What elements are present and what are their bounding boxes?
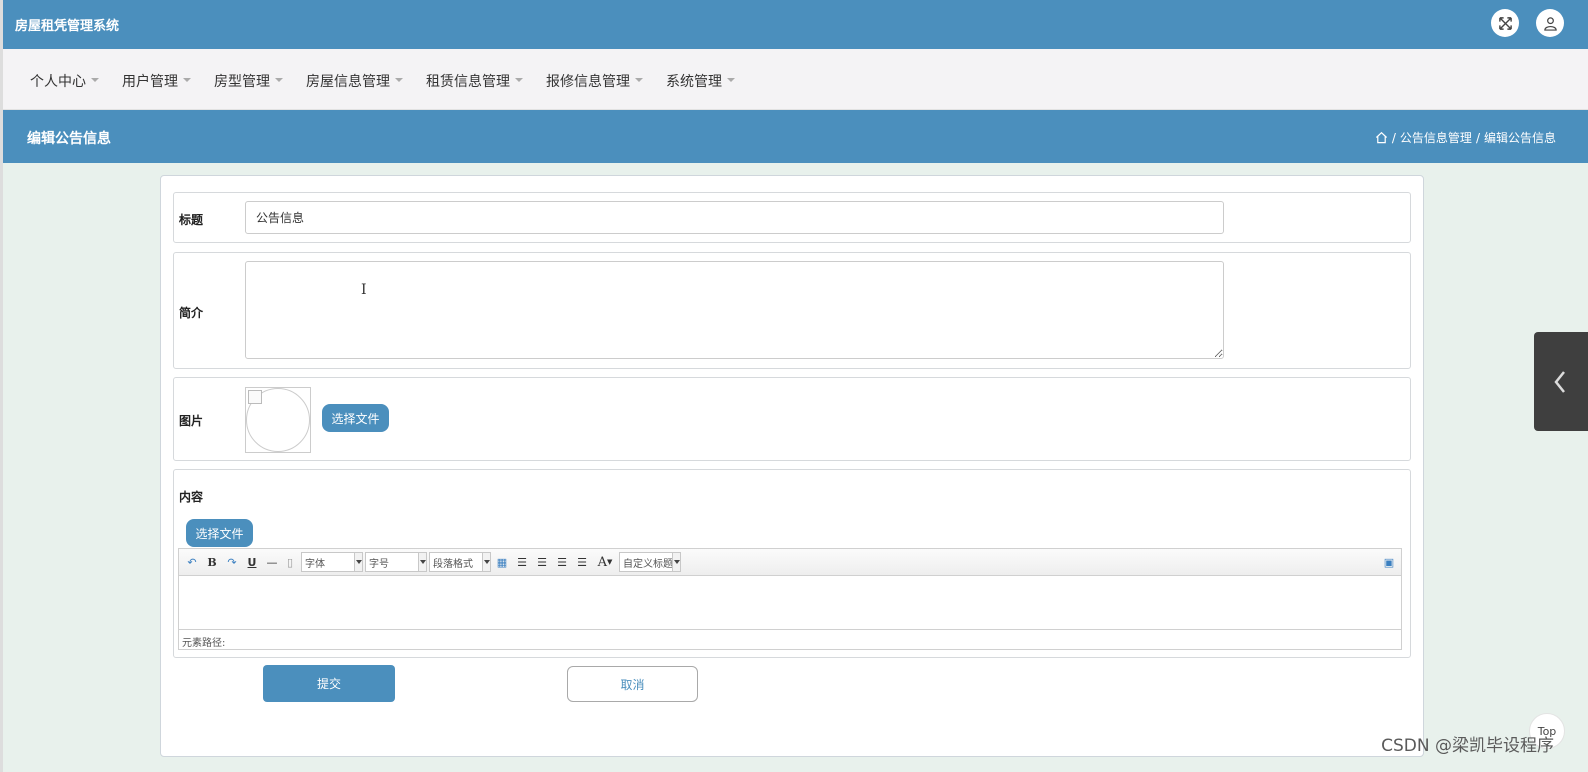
breadcrumb-separator: /: [1391, 130, 1396, 145]
align-right-icon[interactable]: ☰: [535, 553, 549, 571]
font-color-label: A: [597, 554, 607, 570]
nav-item-user-management[interactable]: 用户管理: [122, 71, 191, 91]
image-label: 图片: [179, 414, 204, 428]
align-justify-icon[interactable]: ☰: [575, 553, 589, 571]
align-left-icon[interactable]: ☰: [515, 553, 529, 571]
submit-button[interactable]: 提交: [263, 665, 395, 702]
dropdown-arrow-icon: [354, 553, 362, 571]
custom-title-value: 自定义标题: [623, 558, 673, 570]
text-cursor-icon: I: [361, 282, 367, 298]
user-icon: [1543, 16, 1557, 31]
nav-item-house-info-management[interactable]: 房屋信息管理: [306, 71, 403, 91]
chevron-left-icon: [1554, 371, 1565, 393]
nav-item-personal-center[interactable]: 个人中心: [30, 71, 99, 91]
side-panel-toggle[interactable]: [1534, 332, 1588, 431]
custom-title-select[interactable]: 自定义标题: [619, 552, 681, 572]
nav-label: 房屋信息管理: [306, 74, 390, 90]
nav-label: 报修信息管理: [546, 74, 630, 90]
font-size-select[interactable]: 字号: [365, 552, 427, 572]
caret-down-icon: [183, 78, 191, 82]
nav-label: 房型管理: [214, 74, 270, 90]
fullscreen-icon: [1498, 16, 1512, 30]
paragraph-value: 段落格式: [433, 558, 473, 570]
cancel-button[interactable]: 取消: [567, 666, 698, 702]
nav-label: 用户管理: [122, 74, 178, 90]
font-color-button[interactable]: A ▼: [594, 553, 616, 571]
intro-row: 简介 I: [173, 252, 1411, 369]
new-page-icon[interactable]: ▯: [283, 553, 297, 571]
top-header: 房屋租凭管理系统: [3, 0, 1588, 49]
title-row: 标题: [173, 192, 1411, 243]
redo-icon[interactable]: ↷: [224, 553, 240, 571]
undo-icon[interactable]: ↶: [184, 553, 200, 571]
image-choose-file-button[interactable]: 选择文件: [322, 404, 389, 432]
content-label: 内容: [179, 490, 204, 504]
editor-content-area[interactable]: [179, 576, 1401, 629]
dropdown-arrow-icon: [482, 553, 490, 571]
intro-label: 简介: [179, 306, 204, 320]
caret-down-icon: [727, 78, 735, 82]
image-preview: [245, 387, 311, 453]
watermark: CSDN @梁凯毕设程序: [1381, 736, 1554, 756]
caret-down-icon: [275, 78, 283, 82]
align-center-icon[interactable]: ☰: [555, 553, 569, 571]
horizontal-rule-icon[interactable]: —: [264, 553, 280, 571]
nav-item-rental-info-management[interactable]: 租赁信息管理: [426, 71, 523, 91]
caret-down-icon: [395, 78, 403, 82]
broken-image-icon: [248, 390, 262, 404]
page-title: 编辑公告信息: [27, 131, 111, 147]
content-choose-file-button[interactable]: 选择文件: [186, 519, 253, 547]
paragraph-select[interactable]: 段落格式: [429, 552, 491, 572]
nav-item-repair-info-management[interactable]: 报修信息管理: [546, 71, 643, 91]
app-title: 房屋租凭管理系统: [15, 19, 120, 34]
table-icon[interactable]: ▦: [495, 553, 509, 571]
nav-label: 个人中心: [30, 74, 86, 90]
user-button[interactable]: [1536, 9, 1564, 37]
dropdown-arrow-icon: [672, 553, 680, 571]
element-path-bar: 元素路径:: [179, 629, 1401, 649]
underline-button[interactable]: U: [244, 553, 260, 571]
breadcrumb-section[interactable]: 公告信息管理: [1400, 129, 1472, 146]
caret-down-icon: [515, 78, 523, 82]
nav-label: 系统管理: [666, 74, 722, 90]
edit-form: 标题 简介 I 图片 选择文件 内容 选择文件 ↶ B ↷ U — ▯ 字体: [160, 175, 1424, 757]
font-family-value: 字体: [305, 558, 325, 570]
page-header: 编辑公告信息 / 公告信息管理 / 编辑公告信息: [3, 110, 1588, 163]
caret-down-icon: [635, 78, 643, 82]
image-row: 图片 选择文件: [173, 377, 1411, 461]
breadcrumb-separator: /: [1475, 130, 1480, 145]
title-input[interactable]: [245, 201, 1224, 234]
bold-button[interactable]: B: [204, 553, 220, 571]
breadcrumb-current: 编辑公告信息: [1483, 131, 1556, 145]
font-size-value: 字号: [369, 558, 389, 570]
fullscreen-editor-icon[interactable]: ▣: [1382, 553, 1396, 571]
rich-text-editor: ↶ B ↷ U — ▯ 字体 字号 段落格式 ▦ ☰ ☰ ☰ ☰ A ▼ 自定义标…: [178, 548, 1402, 650]
breadcrumb: / 公告信息管理 / 编辑公告信息: [1375, 129, 1556, 146]
editor-toolbar: ↶ B ↷ U — ▯ 字体 字号 段落格式 ▦ ☰ ☰ ☰ ☰ A ▼ 自定义标…: [179, 549, 1401, 576]
intro-textarea[interactable]: [245, 261, 1224, 359]
content-row: 内容 选择文件 ↶ B ↷ U — ▯ 字体 字号 段落格式 ▦ ☰ ☰ ☰ ☰…: [173, 469, 1411, 658]
nav-item-room-type-management[interactable]: 房型管理: [214, 71, 283, 91]
main-nav: 个人中心 用户管理 房型管理 房屋信息管理 租赁信息管理 报修信息管理 系统管理: [3, 49, 1588, 110]
dropdown-arrow-icon: [418, 553, 426, 571]
nav-item-system-management[interactable]: 系统管理: [666, 71, 735, 91]
font-family-select[interactable]: 字体: [301, 552, 363, 572]
nav-label: 租赁信息管理: [426, 74, 510, 90]
title-label: 标题: [179, 213, 204, 227]
fullscreen-button[interactable]: [1491, 9, 1519, 37]
caret-down-icon: [91, 78, 99, 82]
dropdown-arrow-icon: ▼: [607, 558, 613, 566]
home-icon[interactable]: [1375, 131, 1388, 144]
